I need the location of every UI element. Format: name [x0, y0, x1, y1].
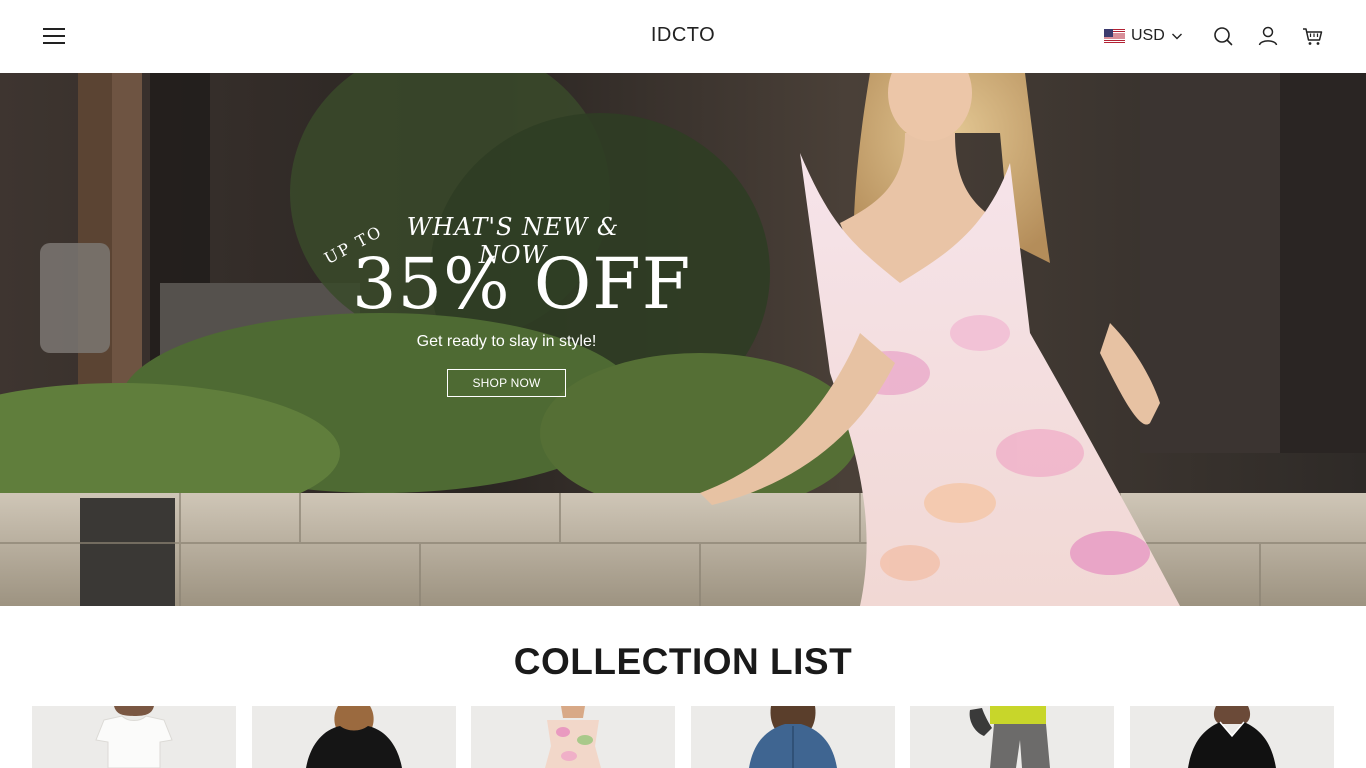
- collection-image: [910, 706, 1114, 768]
- hero-offer: 35% OFF: [352, 243, 692, 325]
- hero-text-block: WHAT'S NEW & NOW UP TO 35% OFF Get ready…: [300, 73, 720, 606]
- hero-banner[interactable]: WHAT'S NEW & NOW UP TO 35% OFF Get ready…: [0, 73, 1366, 606]
- collection-image: [471, 706, 675, 768]
- flag-us-icon: [1104, 29, 1125, 43]
- account-icon[interactable]: [1256, 24, 1280, 48]
- chevron-down-icon: [1171, 33, 1182, 40]
- site-header: IDCTO USD: [0, 0, 1366, 73]
- hero-subtitle: Get ready to slay in style!: [416, 333, 597, 350]
- search-icon[interactable]: [1211, 24, 1235, 48]
- collection-image: [1130, 706, 1334, 768]
- collection-card-black-pajama[interactable]: [1130, 706, 1334, 768]
- collection-image: [32, 706, 236, 768]
- collection-card-white-tshirt[interactable]: [32, 706, 236, 768]
- collection-title: COLLECTION LIST: [513, 641, 853, 682]
- collection-card-floral-dress[interactable]: [471, 706, 675, 768]
- collection-grid: [32, 706, 1334, 768]
- currency-label: USD: [1131, 27, 1165, 44]
- collection-card-black-top[interactable]: [252, 706, 456, 768]
- menu-icon[interactable]: [40, 22, 68, 50]
- currency-selector[interactable]: USD: [1104, 26, 1183, 46]
- collection-card-denim-shirt[interactable]: [691, 706, 895, 768]
- collection-image: [691, 706, 895, 768]
- cart-icon[interactable]: [1301, 24, 1325, 48]
- shop-now-button[interactable]: SHOP NOW: [447, 369, 566, 397]
- collection-image: [252, 706, 456, 768]
- collection-card-grey-trousers[interactable]: [910, 706, 1114, 768]
- site-logo[interactable]: IDCTO: [651, 24, 715, 46]
